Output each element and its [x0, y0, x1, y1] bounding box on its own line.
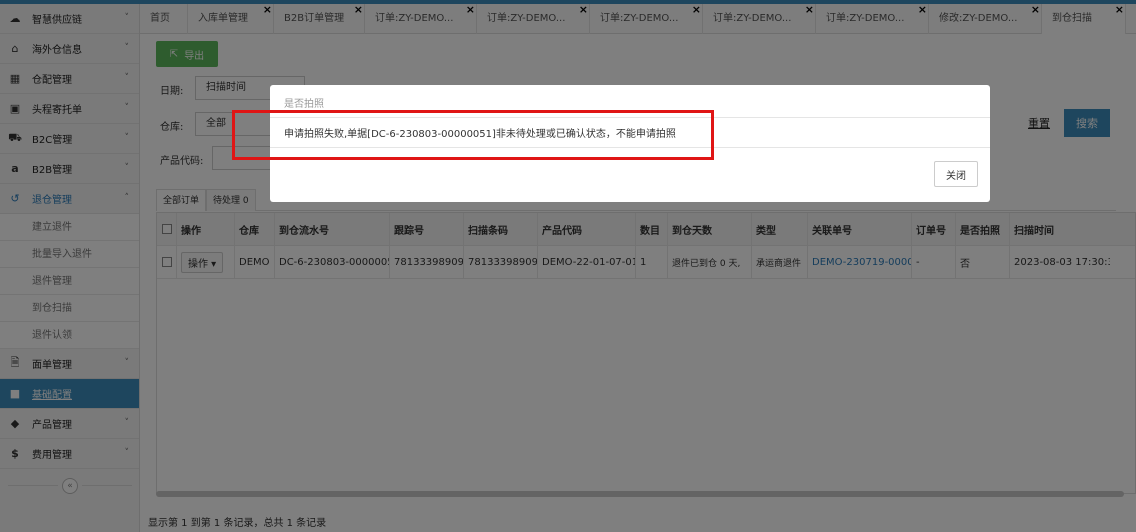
highlight-box [232, 110, 714, 160]
modal-backdrop[interactable] [0, 0, 1136, 532]
close-button[interactable]: 关闭 [934, 161, 978, 187]
